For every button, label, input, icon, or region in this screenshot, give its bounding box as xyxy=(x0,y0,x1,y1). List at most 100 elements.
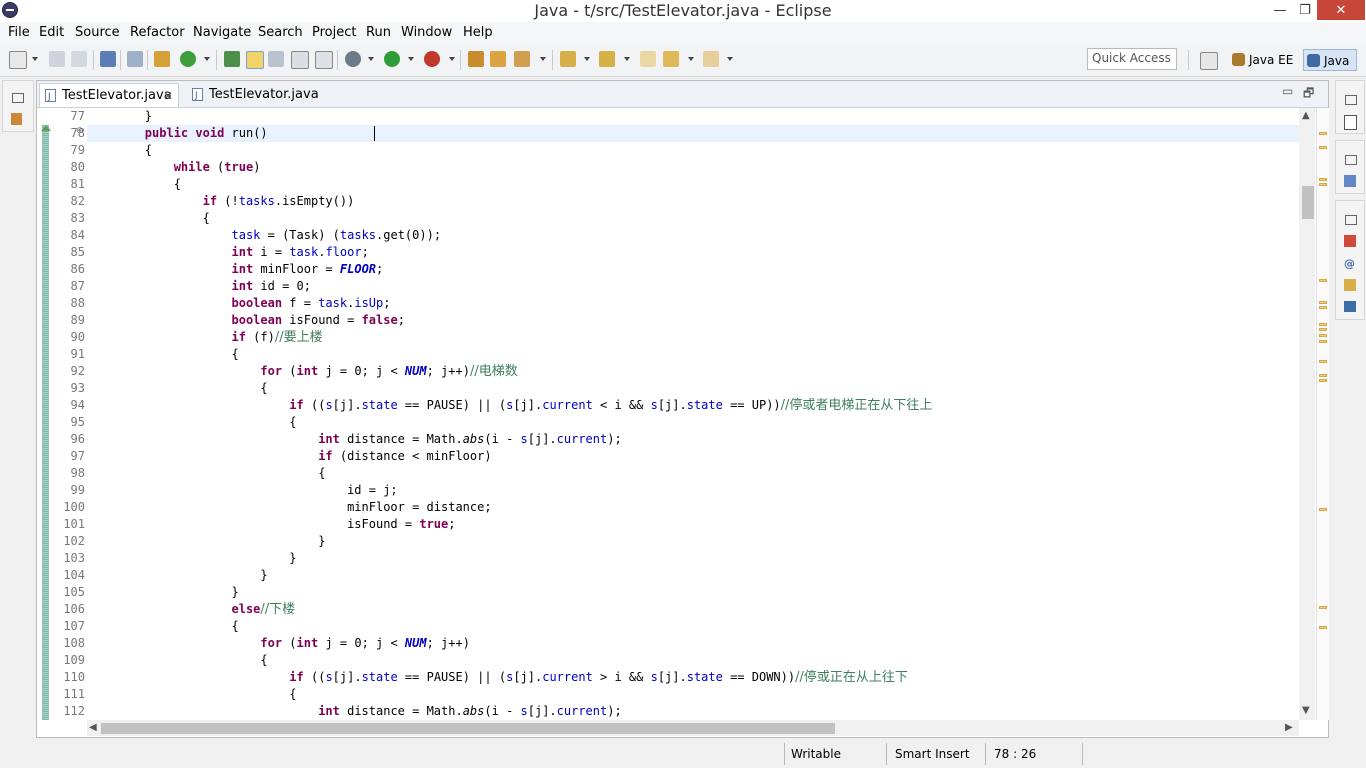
menu-run[interactable]: Run xyxy=(366,25,391,40)
scroll-down-icon[interactable]: ▼ xyxy=(1302,705,1310,716)
occurrence-marker[interactable] xyxy=(1319,606,1327,609)
menu-edit[interactable]: Edit xyxy=(39,25,64,40)
previous-annotation-dropdown-icon[interactable] xyxy=(624,57,630,61)
external-tools-icon[interactable] xyxy=(424,51,440,67)
maximize-editor-icon[interactable]: 🗗 xyxy=(1303,84,1314,105)
occurrence-marker[interactable] xyxy=(1319,374,1327,377)
open-type-icon[interactable] xyxy=(224,51,240,67)
occurrence-marker[interactable] xyxy=(1319,340,1327,343)
previous-annotation-icon[interactable] xyxy=(599,51,615,67)
debug-dropdown-icon[interactable] xyxy=(368,57,374,61)
java-editor: TestElevator.java ✕ TestElevator.java ▭ … xyxy=(36,80,1329,738)
new-icon[interactable] xyxy=(9,51,27,69)
open-perspective-icon[interactable] xyxy=(1200,52,1218,70)
line-number: 98 xyxy=(70,466,85,480)
menu-search[interactable]: Search xyxy=(258,25,303,40)
code-text-area[interactable]: } public void run() { while (true) { if … xyxy=(87,108,1299,720)
eclipse-app-icon[interactable] xyxy=(2,2,18,18)
back-icon[interactable] xyxy=(663,51,679,67)
occurrence-marker[interactable] xyxy=(1319,306,1327,309)
occurrence-marker[interactable] xyxy=(1319,183,1327,186)
vertical-scroll-thumb[interactable] xyxy=(1302,186,1314,219)
perspective-java-ee[interactable]: Java EE xyxy=(1229,49,1299,71)
close-tab-icon[interactable]: ✕ xyxy=(163,84,173,108)
scroll-left-icon[interactable]: ◀ xyxy=(89,722,97,733)
horizontal-scroll-thumb[interactable] xyxy=(101,723,835,734)
occurrence-marker[interactable] xyxy=(1319,334,1327,337)
close-button[interactable]: ✕ xyxy=(1317,0,1365,20)
restore-icon[interactable] xyxy=(1345,95,1357,105)
back-dropdown-icon[interactable] xyxy=(688,57,694,61)
vertical-scrollbar[interactable]: ▲ ▼ xyxy=(1299,108,1315,720)
outline-icon[interactable] xyxy=(1344,175,1356,187)
new-java-project-icon[interactable] xyxy=(154,51,170,67)
occurrence-marker[interactable] xyxy=(1319,146,1327,149)
save-icon[interactable] xyxy=(49,51,65,67)
mark-occurrences-icon[interactable] xyxy=(246,51,264,69)
occurrence-marker[interactable] xyxy=(1319,178,1327,181)
save-all-icon[interactable] xyxy=(71,51,87,67)
show-whitespace-icon[interactable] xyxy=(291,51,309,69)
last-edit-location-icon[interactable] xyxy=(640,51,656,67)
restore-icon[interactable] xyxy=(1345,155,1357,165)
menu-navigate[interactable]: Navigate xyxy=(193,25,251,40)
fold-collapse-icon[interactable]: ⊖ xyxy=(76,126,84,136)
occurrence-marker[interactable] xyxy=(1319,508,1327,511)
menu-project[interactable]: Project xyxy=(312,25,356,40)
occurrence-marker[interactable] xyxy=(1319,360,1327,363)
refresh-dropdown-icon[interactable] xyxy=(204,57,210,61)
run-dropdown-icon[interactable] xyxy=(408,57,414,61)
debug-icon[interactable] xyxy=(345,51,361,67)
next-annotation-dropdown-icon[interactable] xyxy=(584,57,590,61)
task-list-icon[interactable] xyxy=(1344,115,1357,130)
tab-testelevator-active[interactable]: TestElevator.java ✕ xyxy=(39,83,179,109)
menu-window[interactable]: Window xyxy=(401,25,452,40)
console-icon[interactable] xyxy=(1344,301,1356,312)
new-package-icon[interactable] xyxy=(468,51,484,67)
occurrence-marker[interactable] xyxy=(1319,279,1327,282)
menu-help[interactable]: Help xyxy=(463,25,493,40)
open-folder-icon[interactable] xyxy=(490,51,506,67)
tab-testelevator[interactable]: TestElevator.java xyxy=(187,83,327,108)
run-icon[interactable] xyxy=(384,51,400,67)
terminal-icon[interactable] xyxy=(100,51,116,67)
javadoc-icon[interactable]: @ xyxy=(1344,257,1356,270)
perspective-java[interactable]: Java xyxy=(1303,49,1357,71)
search-dropdown-icon[interactable] xyxy=(540,57,546,61)
forward-dropdown-icon[interactable] xyxy=(727,57,733,61)
pilcrow-icon[interactable] xyxy=(315,51,333,69)
horizontal-scrollbar[interactable]: ◀ ▶ xyxy=(87,720,1299,736)
skip-breakpoints-icon[interactable] xyxy=(127,51,143,67)
minimize-editor-icon[interactable]: ▭ xyxy=(1282,84,1293,98)
menu-source[interactable]: Source xyxy=(75,25,120,40)
restore-icon[interactable] xyxy=(12,93,24,103)
occurrence-marker[interactable] xyxy=(1319,323,1327,326)
occurrence-marker[interactable] xyxy=(1319,328,1327,331)
occurrence-marker[interactable] xyxy=(1319,379,1327,382)
new-dropdown-icon[interactable] xyxy=(32,57,38,61)
next-annotation-icon[interactable] xyxy=(560,51,576,67)
problems-icon[interactable] xyxy=(1344,235,1356,247)
occurrence-marker[interactable] xyxy=(1319,301,1327,304)
code-line: boolean f = task.isUp; xyxy=(231,296,391,310)
quick-access-input[interactable]: Quick Access xyxy=(1087,48,1177,70)
external-tools-dropdown-icon[interactable] xyxy=(449,57,455,61)
overview-ruler[interactable] xyxy=(1316,108,1329,720)
line-number: 104 xyxy=(63,568,85,582)
menu-file[interactable]: File xyxy=(8,25,30,40)
occurrence-marker[interactable] xyxy=(1319,626,1327,629)
scroll-up-icon[interactable]: ▲ xyxy=(1302,110,1310,121)
status-cursor-position[interactable]: 78 : 26 xyxy=(994,744,1036,764)
forward-icon[interactable] xyxy=(703,51,719,67)
search-icon[interactable] xyxy=(514,51,530,67)
status-insert-mode[interactable]: Smart Insert xyxy=(895,744,970,764)
scroll-right-icon[interactable]: ▶ xyxy=(1285,722,1293,733)
occurrence-marker[interactable] xyxy=(1319,132,1327,135)
restore-icon[interactable] xyxy=(1345,215,1357,225)
package-explorer-icon[interactable] xyxy=(11,113,22,125)
block-selection-icon[interactable] xyxy=(268,51,284,67)
maximize-button[interactable]: ❐ xyxy=(1290,0,1320,22)
menu-refactor[interactable]: Refactor xyxy=(130,25,185,40)
refresh-icon[interactable] xyxy=(180,51,196,67)
declaration-icon[interactable] xyxy=(1344,279,1356,291)
